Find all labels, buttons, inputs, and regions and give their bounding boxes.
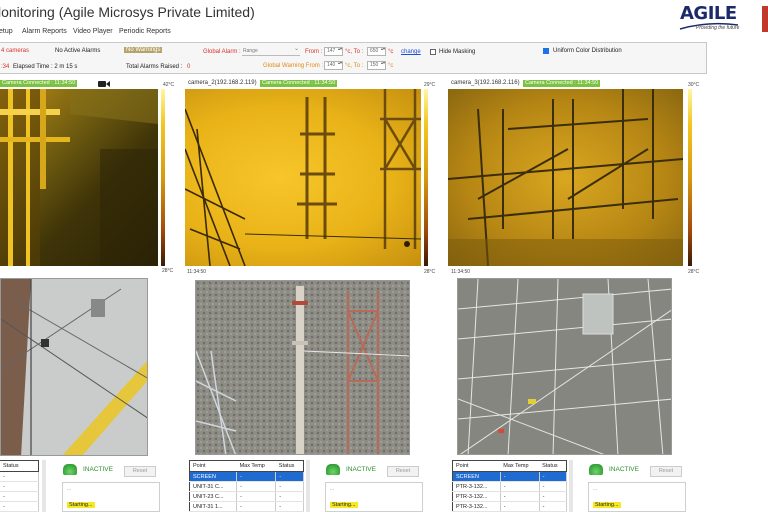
column-header-max-temp: Max Temp: [236, 460, 276, 472]
table-row[interactable]: PTR-3-132... - -: [452, 491, 568, 502]
change-link[interactable]: change: [401, 49, 421, 55]
alarm-led-icon: [589, 464, 603, 475]
camera-3-reset-button[interactable]: Reset: [650, 466, 682, 477]
table-row[interactable]: UNIT-23 C... - -: [189, 491, 304, 502]
camera-3-starting-status: Starting...: [593, 502, 621, 508]
elapsed-time: Elapsed Time : 2 m 15 s: [13, 64, 78, 70]
menu-item-alarm-reports[interactable]: Alarm Reports: [22, 28, 67, 35]
alarm-led-icon: [326, 464, 340, 475]
camera-1-points-table: Status - - - -: [0, 460, 39, 512]
table-row[interactable]: -: [0, 491, 39, 502]
column-header-point: Point: [189, 460, 237, 472]
camera-3-log-box: ... Starting...: [588, 482, 686, 512]
camera-2-connected-badge: Camera Connected : 11:34:50: [260, 80, 338, 87]
camera-3-timestamp: 11:34:50: [451, 269, 471, 275]
camera-1-temp-scale: [161, 89, 165, 266]
camera-3-max-temp: 30°C: [688, 82, 700, 88]
column-header-max-temp: Max Temp: [500, 460, 540, 472]
log-line: ...: [330, 486, 335, 492]
global-warning-label: Global Warning From :: [263, 63, 324, 69]
uniform-color-checkbox[interactable]: [543, 48, 549, 54]
hide-masking-checkbox[interactable]: [430, 49, 436, 55]
flag-icon: [762, 6, 768, 32]
camera-1-log-box: ... Starting...: [62, 482, 160, 512]
camera-count: 4 cameras: [1, 48, 30, 54]
camera-2-min-temp: 28°C: [424, 269, 436, 275]
warning-unit: °c: [388, 63, 394, 69]
camera-3-min-temp: 28°C: [688, 269, 700, 275]
agile-logo: AGILE Providing the future: [676, 3, 742, 35]
camera-3-table-scrollbar[interactable]: [569, 460, 573, 512]
column-header-status: Status: [275, 460, 304, 472]
app-title: lonitoring (Agile Microsys Private Limit…: [0, 4, 255, 20]
alarm-to-stepper[interactable]: 650: [367, 47, 386, 56]
camera-2-visual-view[interactable]: [195, 280, 410, 455]
camera-3-thermal-view[interactable]: [448, 89, 683, 266]
table-row[interactable]: SCREEN - -: [189, 471, 304, 482]
camera-2-table-scrollbar[interactable]: [306, 460, 310, 512]
alarm-from-stepper[interactable]: 147: [324, 47, 343, 56]
alarms-raised-value: 0: [187, 64, 191, 70]
column-header-status: Status: [539, 460, 567, 472]
camera-2-temp-scale: [424, 89, 428, 266]
warning-to-stepper[interactable]: 150: [367, 61, 386, 70]
camera-2-alarm-state: INACTIVE: [346, 466, 376, 473]
uniform-color-label: Uniform Color Distribution: [553, 48, 622, 54]
camera-1-starting-status: Starting...: [67, 502, 95, 508]
camera-2-thermal-view[interactable]: [185, 89, 421, 266]
alarm-led-icon: [63, 464, 77, 475]
active-alarms-status: No Active Alarms: [55, 48, 101, 54]
camera-3-points-table: Point Max Temp Status SCREEN - - PTR-3-132…: [452, 460, 568, 512]
global-alarm-label: Global Alarm :: [203, 49, 241, 55]
camera-1-max-temp: 42°C: [163, 82, 175, 88]
camera-1-alarm-state: INACTIVE: [83, 466, 113, 473]
global-alarm-select[interactable]: Range: [242, 45, 300, 56]
camera-1-reset-button[interactable]: Reset: [124, 466, 156, 477]
column-header-point: Point: [452, 460, 501, 472]
camera-1-connected-badge: Camera Connected : 11:34:50: [0, 80, 78, 87]
camera-2-starting-status: Starting...: [330, 502, 358, 508]
camera-3-title: camera_3(192.168.2.116): [451, 80, 520, 86]
camera-3-connected-badge: Camera Connected : 11:34:50: [523, 80, 601, 87]
alarm-to-label: °c, To :: [345, 49, 364, 55]
log-line: ...: [67, 486, 72, 492]
camera-3-alarm-state: INACTIVE: [609, 466, 639, 473]
column-header-status: Status: [0, 460, 39, 472]
table-row[interactable]: -: [0, 471, 39, 482]
table-row[interactable]: SCREEN - -: [452, 471, 568, 482]
camera-3-visual-view[interactable]: [457, 278, 672, 455]
menu-item-periodic-reports[interactable]: Periodic Reports: [119, 28, 171, 35]
warning-to-label: °c, To :: [345, 63, 364, 69]
from-label: From :: [305, 49, 323, 55]
table-row[interactable]: PTR-3-132... - -: [452, 481, 568, 492]
camera-1-table-scrollbar[interactable]: [42, 460, 46, 512]
camera-1-thermal-view[interactable]: [0, 89, 158, 266]
alarm-unit: °c: [388, 49, 394, 55]
camera-2-timestamp: 11:34:50: [187, 269, 207, 275]
camera-1-visual-view[interactable]: [0, 278, 148, 456]
warnings-badge: No Warnings: [124, 47, 163, 53]
hide-masking-label: Hide Masking: [439, 49, 476, 55]
camera-2-log-box: ... Starting...: [325, 482, 423, 512]
logo-tagline: Providing the future: [696, 25, 740, 31]
table-row[interactable]: UNIT-31 C... - -: [189, 481, 304, 492]
menu-item-setup[interactable]: etup: [0, 28, 13, 35]
time-prefix: :34: [1, 64, 10, 70]
camera-2-title: camera_2(192.168.2.119): [188, 80, 257, 86]
camera-2-points-table: Point Max Temp Status SCREEN - - UNIT-31 C…: [189, 460, 304, 512]
table-row[interactable]: UNIT-31 1... - -: [189, 501, 304, 512]
table-row[interactable]: -: [0, 481, 39, 492]
control-panel: 4 cameras No Active Alarms No Warnings :…: [0, 42, 707, 74]
camera-1-min-temp: 28°C: [162, 268, 174, 274]
camera-3-temp-scale: [688, 89, 692, 266]
table-row[interactable]: PTR-3-132... - -: [452, 501, 568, 512]
table-row[interactable]: -: [0, 501, 39, 512]
warning-from-stepper[interactable]: 140: [324, 61, 343, 70]
camera-2-max-temp: 29°C: [424, 82, 436, 88]
video-camera-icon[interactable]: [98, 80, 110, 88]
log-line: ...: [593, 486, 598, 492]
alarms-raised-label: Total Alarms Raised :: [126, 64, 183, 70]
menu-item-video-player[interactable]: Video Player: [73, 28, 113, 35]
camera-2-reset-button[interactable]: Reset: [387, 466, 419, 477]
